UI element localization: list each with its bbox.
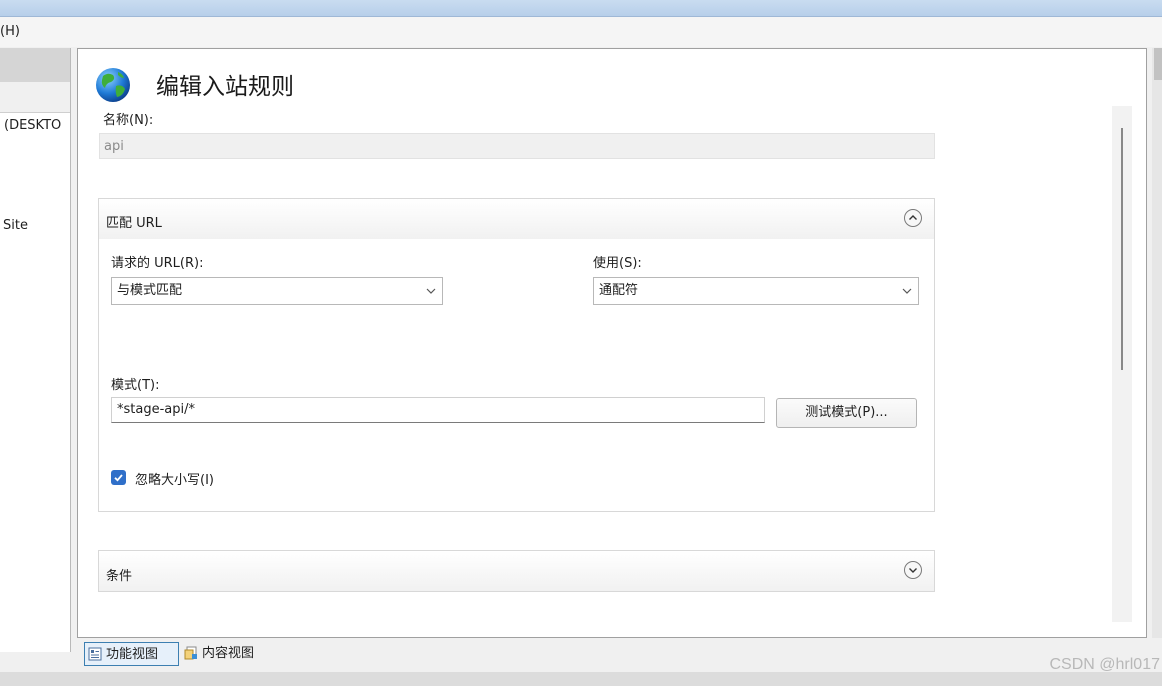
pattern-label: 模式(T): bbox=[111, 378, 160, 393]
match-url-header[interactable]: 匹配 URL bbox=[99, 199, 934, 239]
test-pattern-button[interactable]: 测试模式(P)... bbox=[776, 398, 917, 428]
checkmark-icon bbox=[114, 474, 123, 482]
watermark-text: CSDN @hrl017 bbox=[1049, 656, 1161, 673]
using-value: 通配符 bbox=[599, 283, 639, 298]
page-title: 编辑入站规则 bbox=[156, 74, 294, 100]
window-title-bar bbox=[0, 0, 1162, 17]
main-content-panel: 编辑入站规则 名称(N): api 匹配 URL 请求的 URL(R): 与模式… bbox=[77, 48, 1147, 638]
conditions-header[interactable]: 条件 bbox=[99, 551, 934, 591]
tree-item-site[interactable]: Site bbox=[3, 218, 28, 233]
globe-icon bbox=[96, 68, 130, 102]
name-field[interactable]: api bbox=[99, 133, 935, 159]
requested-url-value: 与模式匹配 bbox=[117, 283, 183, 298]
conditions-title: 条件 bbox=[106, 569, 133, 584]
tab-content-view-label: 内容视图 bbox=[202, 646, 255, 661]
dropdown-arrow-icon bbox=[426, 288, 436, 294]
content-view-icon bbox=[184, 646, 197, 660]
window-scrollbar-thumb[interactable] bbox=[1154, 48, 1162, 80]
view-switcher: 功能视图 内容视图 bbox=[77, 638, 1162, 672]
using-label: 使用(S): bbox=[593, 256, 642, 271]
using-select[interactable]: 通配符 bbox=[593, 277, 919, 305]
chevron-up-icon[interactable] bbox=[904, 209, 922, 227]
connections-header-row bbox=[0, 82, 70, 113]
features-view-icon bbox=[88, 647, 102, 661]
match-url-title: 匹配 URL bbox=[106, 216, 162, 231]
scrollbar-thumb[interactable] bbox=[1121, 128, 1123, 370]
conditions-section: 条件 bbox=[98, 550, 935, 592]
content-scrollbar[interactable] bbox=[1112, 106, 1132, 622]
dropdown-arrow-icon bbox=[902, 288, 912, 294]
match-url-section: 匹配 URL 请求的 URL(R): 与模式匹配 使用(S): 通配符 模式(T… bbox=[98, 198, 935, 512]
connections-toolbar bbox=[0, 48, 70, 82]
pattern-input[interactable]: *stage-api/* bbox=[111, 397, 765, 423]
tab-features-view-label: 功能视图 bbox=[106, 647, 159, 662]
requested-url-select[interactable]: 与模式匹配 bbox=[111, 277, 443, 305]
tree-item-server[interactable]: (DESKTO bbox=[4, 118, 61, 133]
menu-bar: (H) bbox=[0, 17, 1162, 47]
chevron-down-icon[interactable] bbox=[904, 561, 922, 579]
connections-panel: (DESKTO Site bbox=[0, 48, 71, 652]
menu-help[interactable]: (H) bbox=[0, 24, 20, 39]
ignore-case-label[interactable]: 忽略大小写(I) bbox=[135, 469, 214, 488]
ignore-case-checkbox[interactable] bbox=[111, 470, 126, 485]
tab-features-view[interactable]: 功能视图 bbox=[84, 642, 179, 666]
status-bar bbox=[0, 672, 1162, 686]
name-label: 名称(N): bbox=[103, 113, 154, 128]
tab-content-view[interactable]: 内容视图 bbox=[181, 642, 271, 666]
requested-url-label: 请求的 URL(R): bbox=[111, 256, 204, 271]
window-scrollbar[interactable] bbox=[1152, 48, 1162, 652]
